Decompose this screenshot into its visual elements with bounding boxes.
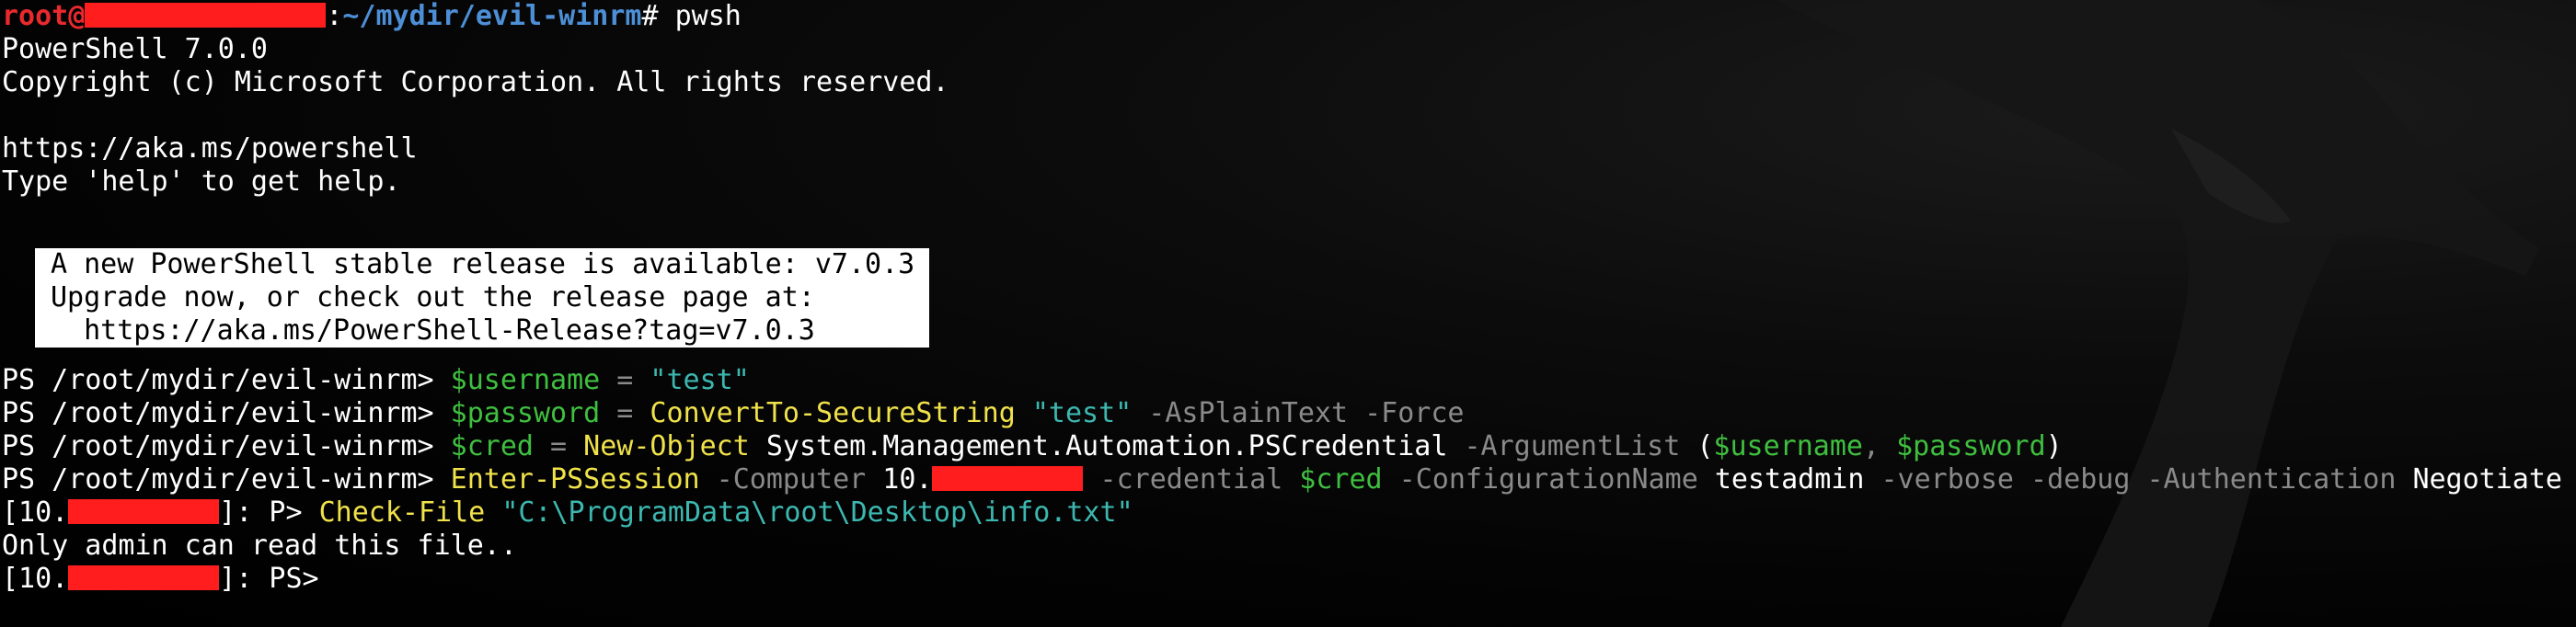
ps-prompt: PS /root/mydir/evil-winrm> [2,397,451,429]
remote-prompt-suffix: ]: PS> [219,563,319,595]
notice-line-1: A new PowerShell stable release is avail… [51,248,915,280]
banner-url: https://aka.ms/powershell [2,132,418,165]
operator: = [600,397,650,429]
operator: = [533,430,584,462]
string-literal: "test" [650,364,750,396]
redacted-hostname [85,3,327,28]
redacted-ip [68,565,220,590]
variable: $password [450,397,601,429]
cmdlet: Check-File [318,496,486,529]
ps-prompt: PS /root/mydir/evil-winrm> [2,463,451,496]
update-notice-box: A new PowerShell stable release is avail… [35,248,929,348]
prompt-path: ~/mydir/evil-winrm [342,0,642,32]
parameters: -verbose -debug -Authentication [1864,463,2413,496]
prompt-separator: : [326,0,343,32]
notice-line-3: https://aka.ms/PowerShell-Release?tag=v7… [51,314,815,347]
remote-prompt-suffix: ]: P> [219,496,319,529]
string-literal: "C:\ProgramData\root\Desktop\info.txt" [501,496,1133,529]
auth-value: Negotiate [2412,463,2562,496]
cmdlet: New-Object [583,430,750,462]
string-literal: "test" [1031,397,1133,429]
variable: $password [1896,430,2046,462]
config-name: testadmin [1714,463,1865,496]
remote-prompt-open: [10. [2,496,69,529]
banner-version: PowerShell 7.0.0 [2,33,268,65]
ps-command-line: PS /root/mydir/evil-winrm> $cred = New-O… [2,430,2562,463]
prompt-symbol: # [641,0,675,32]
redacted-ip [932,466,1084,491]
parameter: -Computer [699,463,883,496]
remote-prompt-line[interactable]: [10. ]: PS> [2,563,2562,596]
variable: $username [1713,430,1863,462]
operator: = [600,364,650,396]
parameter: -credential [1083,463,1300,496]
remote-command-line: [10. ]: P> Check-File "C:\ProgramData\roo… [2,496,2562,530]
ps-prompt: PS /root/mydir/evil-winrm> [2,430,451,462]
parameters: -AsPlainText -Force [1132,397,1465,429]
banner-copyright: Copyright (c) Microsoft Corporation. All… [2,66,949,98]
command-text: pwsh [674,0,742,32]
paren: ( [1696,430,1714,462]
variable: $cred [1299,463,1383,496]
redacted-ip [68,499,220,524]
ps-command-line: PS /root/mydir/evil-winrm> $username = "… [2,364,2562,397]
banner-help: Type 'help' to get help. [2,165,401,198]
parameter: -ConfigurationName [1382,463,1715,496]
ps-command-line: PS /root/mydir/evil-winrm> $password = C… [2,397,2562,430]
shell-prompt-line: root@:~/mydir/evil-winrm# pwsh [2,0,2562,33]
variable: $cred [450,430,534,462]
ps-command-line: PS /root/mydir/evil-winrm> Enter-PSSessi… [2,463,2562,496]
ps-prompt: PS /root/mydir/evil-winrm> [2,364,451,396]
parameter: -ArgumentList [1447,430,1697,462]
cmdlet: Enter-PSSession [450,463,700,496]
variable: $username [450,364,601,396]
type-name: System.Management.Automation.PSCredentia… [749,430,1448,462]
terminal-window[interactable]: root@:~/mydir/evil-winrm# pwsh PowerShel… [0,0,2576,627]
comma: , [1862,430,1897,462]
command-output: Only admin can read this file.. [2,530,517,562]
notice-line-2: Upgrade now, or check out the release pa… [51,281,815,314]
remote-prompt-open: [10. [2,563,69,595]
ip-prefix: 10. [882,463,933,496]
paren: ) [2045,430,2063,462]
cmdlet: ConvertTo-SecureString [650,397,1016,429]
prompt-user: root@ [2,0,86,32]
